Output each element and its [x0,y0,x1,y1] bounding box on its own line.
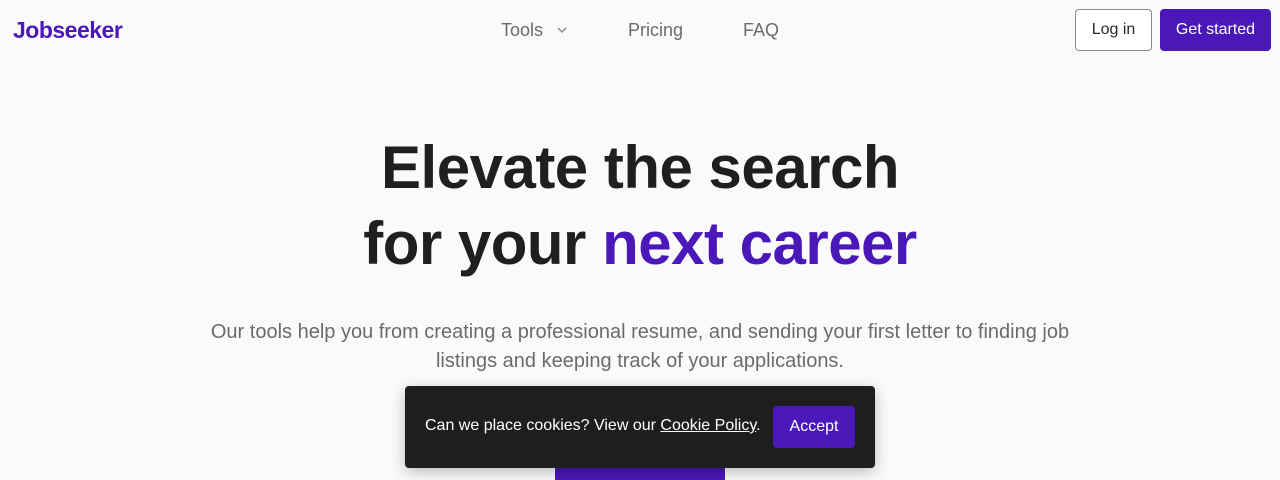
hero-title-line2-prefix: for your [363,210,603,277]
cookie-suffix: . [756,417,761,434]
nav-item-pricing-label: Pricing [628,19,684,40]
cookie-text: Can we place cookies? View our [425,417,661,434]
get-started-button[interactable]: Get started [1160,9,1271,51]
nav-item-pricing[interactable]: Pricing [628,18,683,42]
login-button[interactable]: Log in [1075,9,1152,51]
cookie-banner: Can we place cookies? View our Cookie Po… [405,386,875,468]
accept-cookies-button[interactable]: Accept [773,406,855,448]
nav-item-tools[interactable]: Tools [501,18,567,42]
cookie-policy-link[interactable]: Cookie Policy [660,417,756,434]
site-header: Jobseeker Tools Pricing FAQ Log in Get s… [0,0,1280,60]
hero-title: Elevate the search for your next career [0,130,1280,282]
chevron-down-icon [557,25,567,35]
cookie-message: Can we place cookies? View our Cookie Po… [425,416,761,436]
nav-item-tools-label: Tools [501,19,544,40]
nav-item-faq-label: FAQ [743,19,780,40]
hero-subtitle: Our tools help you from creating a profe… [210,321,1070,372]
nav-item-faq[interactable]: FAQ [743,18,779,42]
hero-title-accent: next career [602,210,917,277]
hero-title-line1: Elevate the search [381,134,899,201]
